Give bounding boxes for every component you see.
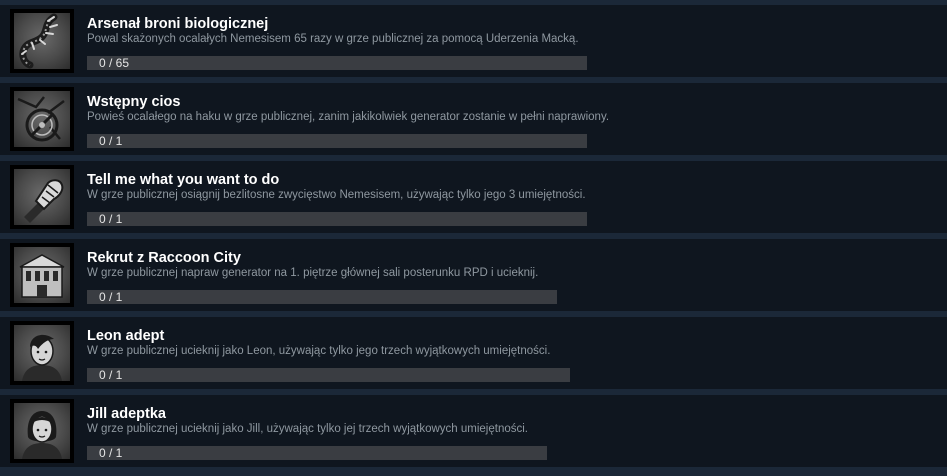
progress-text: 0 / 1 <box>99 134 123 148</box>
progress-text: 0 / 65 <box>99 56 130 70</box>
achievement-progress-bar: 0 / 1 <box>87 212 587 226</box>
achievement-row[interactable]: Arsenał broni biologicznej Powal skażony… <box>0 5 947 77</box>
achievement-progress-bar: 0 / 1 <box>87 368 570 382</box>
achievement-progress-bar: 0 / 1 <box>87 290 557 304</box>
jill-portrait-icon <box>14 403 70 459</box>
gauntlet-icon <box>14 169 70 225</box>
achievement-title: Arsenał broni biologicznej <box>87 16 269 32</box>
achievement-progress-bar: 0 / 1 <box>87 134 587 148</box>
achievement-row[interactable]: Wstępny cios Powieś ocalałego na haku w … <box>0 83 947 155</box>
achievement-list: Arsenał broni biologicznej Powal skażony… <box>0 0 947 476</box>
police-station-icon <box>14 247 70 303</box>
achievement-progress-bar: 0 / 1 <box>87 446 547 460</box>
achievement-description: W grze publicznej napraw generator na 1.… <box>87 267 539 279</box>
achievement-progress-bar: 0 / 65 <box>87 56 587 70</box>
achievement-title: Tell me what you want to do <box>87 172 280 188</box>
progress-text: 0 / 1 <box>99 368 123 382</box>
achievement-title: Wstępny cios <box>87 94 181 110</box>
progress-text: 0 / 1 <box>99 446 123 460</box>
leon-portrait-icon <box>14 325 70 381</box>
achievement-row[interactable]: Tell me what you want to do W grze publi… <box>0 161 947 233</box>
achievement-description: W grze publicznej ucieknij jako Leon, uż… <box>87 345 551 357</box>
achievement-description: Powal skażonych ocalałych Nemesisem 65 r… <box>87 33 579 45</box>
tentacle-icon <box>14 13 70 69</box>
achievement-description: W grze publicznej osiągnij bezlitosne zw… <box>87 189 586 201</box>
progress-text: 0 / 1 <box>99 290 123 304</box>
progress-text: 0 / 1 <box>99 212 123 226</box>
achievement-title: Jill adeptka <box>87 406 166 422</box>
achievement-icon-frame <box>10 165 74 229</box>
biohazard-fist-icon <box>14 91 70 147</box>
achievement-icon-frame <box>10 321 74 385</box>
achievement-description: W grze publicznej ucieknij jako Jill, uż… <box>87 423 528 435</box>
achievement-row[interactable]: Rekrut z Raccoon City W grze publicznej … <box>0 239 947 311</box>
achievement-row[interactable]: Jill adeptka W grze publicznej ucieknij … <box>0 395 947 467</box>
achievement-icon-frame <box>10 87 74 151</box>
achievement-title: Rekrut z Raccoon City <box>87 250 241 266</box>
achievement-row[interactable]: Leon adept W grze publicznej ucieknij ja… <box>0 317 947 389</box>
achievement-description: Powieś ocalałego na haku w grze publiczn… <box>87 111 610 123</box>
achievement-icon-frame <box>10 9 74 73</box>
achievement-icon-frame <box>10 399 74 463</box>
achievement-icon-frame <box>10 243 74 307</box>
achievement-title: Leon adept <box>87 328 165 344</box>
